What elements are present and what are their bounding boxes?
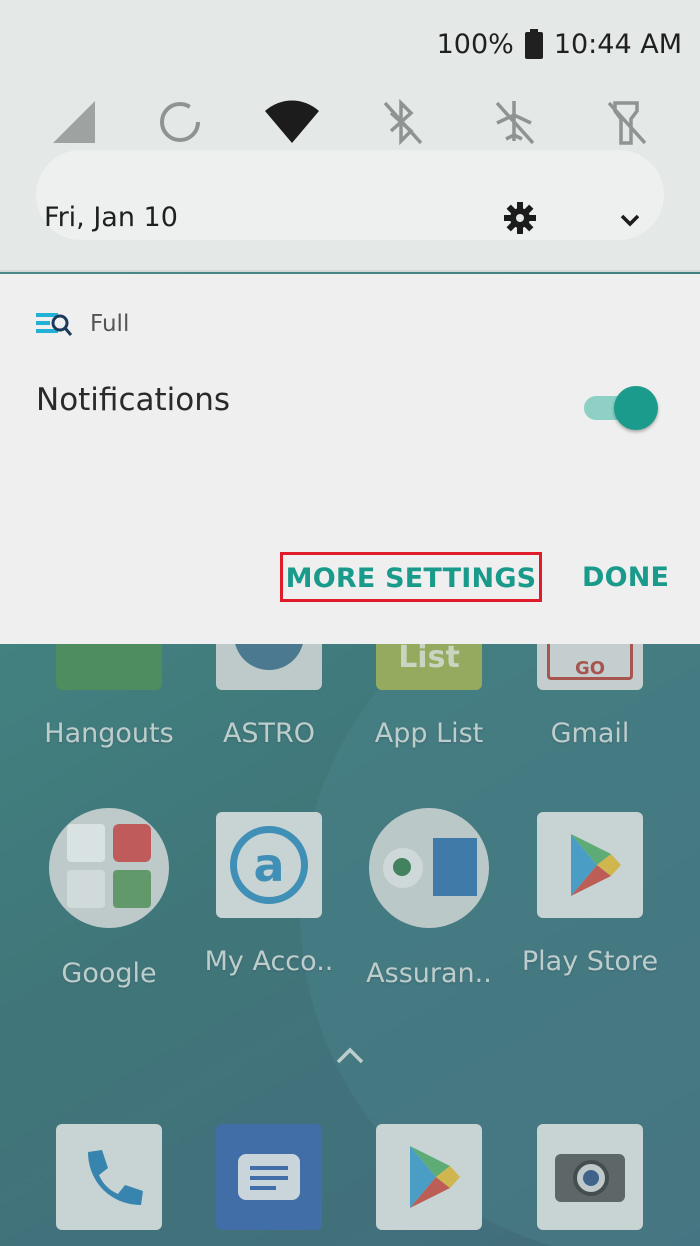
bluetooth-off-icon[interactable] [372, 92, 432, 152]
flashlight-off-icon[interactable] [596, 92, 656, 152]
notifications-setting-row[interactable]: Notifications [0, 374, 700, 434]
auto-rotate-icon[interactable] [150, 92, 210, 152]
date-row: Fri, Jan 10 [0, 196, 700, 244]
battery-percent: 100% [436, 28, 514, 60]
battery-icon [524, 29, 543, 59]
done-button[interactable]: DONE [582, 554, 669, 602]
chevron-down-icon[interactable] [614, 204, 646, 236]
date-label: Fri, Jan 10 [44, 202, 178, 233]
quick-settings-shade: 100% 10:44 AM Fri, Jan 10 [0, 0, 700, 272]
app-header: Full [36, 310, 129, 338]
notification-controls-panel: Full Notifications MORE SETTINGS DONE [0, 274, 700, 644]
more-settings-button[interactable]: MORE SETTINGS [280, 552, 542, 602]
cellular-signal-icon[interactable] [44, 92, 104, 152]
app-search-icon [36, 313, 72, 336]
notifications-toggle[interactable] [584, 384, 658, 430]
panel-actions: MORE SETTINGS DONE [0, 552, 700, 602]
airplane-mode-off-icon[interactable] [484, 92, 544, 152]
app-name: Full [90, 311, 130, 337]
clock: 10:44 AM [553, 28, 682, 60]
wifi-icon[interactable] [262, 92, 322, 152]
quick-settings-row [0, 92, 700, 152]
toggle-thumb [614, 386, 658, 430]
gear-icon[interactable] [502, 200, 538, 236]
notifications-label: Notifications [36, 382, 231, 418]
status-bar: 100% 10:44 AM [437, 26, 682, 62]
